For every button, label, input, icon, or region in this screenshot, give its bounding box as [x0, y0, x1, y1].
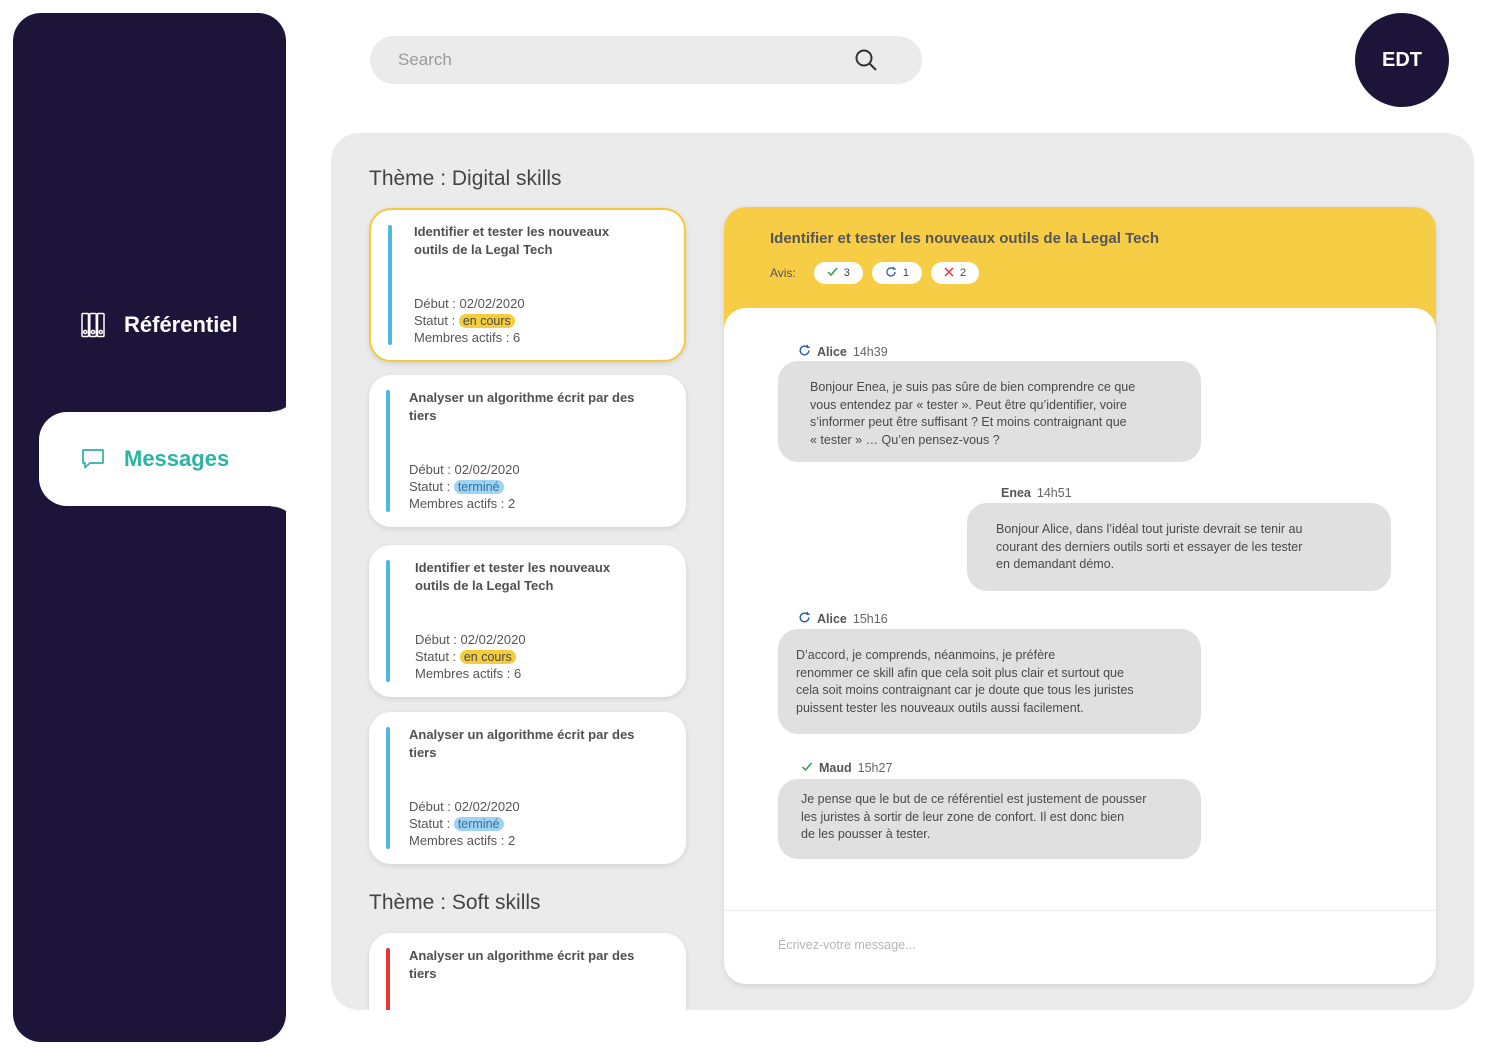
chat-title: Identifier et tester les nouveaux outils…	[770, 230, 1159, 247]
card-debut: Début : 02/02/2020	[409, 799, 520, 814]
theme-title: Thème : Digital skills	[369, 167, 562, 190]
card-meta: Début : 02/02/2020 Statut : en cours Mem…	[415, 631, 526, 682]
card-statut-label: Statut :	[415, 649, 457, 664]
avis-approve-badge[interactable]: 3	[813, 262, 863, 284]
card-membres: Membres actifs : 2	[409, 496, 516, 511]
avis-count: 1	[902, 267, 910, 279]
message-author: Alice	[817, 345, 847, 359]
sidebar-item-label: Messages	[124, 446, 230, 471]
cross-icon	[944, 266, 954, 280]
card-debut: Début : 02/02/2020	[409, 462, 520, 477]
card-statut-label: Statut :	[409, 479, 451, 494]
card-title: Analyser un algorithme écrit par des tie…	[409, 727, 635, 760]
message-bubble: Bonjour Alice, dans l’idéal tout juriste…	[967, 503, 1391, 591]
card-statut: Statut : en cours	[414, 312, 525, 329]
sidebar-item-label: Référentiel	[124, 312, 238, 337]
theme-title: Thème : Soft skills	[369, 891, 541, 914]
card-title: Analyser un algorithme écrit par des tie…	[409, 390, 635, 423]
check-icon	[827, 267, 838, 280]
message-time: 14h39	[852, 345, 888, 359]
skill-card[interactable]: Analyser un algorithme écrit par des tie…	[369, 375, 686, 527]
card-title: Identifier et tester les nouveaux outils…	[415, 560, 611, 593]
skill-card[interactable]: Analyser un algorithme écrit par des tie…	[369, 712, 686, 864]
avis-count: 2	[960, 267, 967, 279]
sidebar-item-messages[interactable]: Messages	[39, 429, 286, 489]
message-author: Alice	[817, 612, 847, 626]
message-header: Alice 15h16	[798, 611, 888, 627]
card-statut-label: Statut :	[414, 313, 456, 328]
skill-card[interactable]: Analyser un algorithme écrit par des tie…	[369, 933, 686, 1010]
avis-row: Avis: 3 1 2	[770, 262, 980, 284]
card-statut: Statut : terminé	[409, 815, 520, 832]
message-bubble: Je pense que le but de ce référentiel es…	[778, 779, 1201, 859]
message-bubble: Bonjour Enea, je suis pas sûre de bien c…	[778, 361, 1201, 462]
message-author: Enea	[1001, 486, 1031, 500]
card-meta: Début : 02/02/2020 Statut : terminé Memb…	[409, 798, 520, 849]
avatar[interactable]: EDT	[1355, 13, 1449, 107]
card-meta: Début : 02/02/2020 Statut : terminé Memb…	[409, 461, 520, 512]
message-author: Maud	[819, 761, 852, 775]
card-statut: Statut : terminé	[409, 478, 520, 495]
refresh-icon	[798, 344, 811, 360]
status-badge: terminé	[453, 817, 504, 831]
sidebar-item-referentiel[interactable]: Référentiel	[13, 295, 286, 355]
check-icon	[801, 761, 813, 775]
message-bubble: D’accord, je comprends, néanmoins, je pr…	[778, 629, 1201, 734]
status-badge: en cours	[458, 314, 515, 328]
status-badge: en cours	[459, 650, 516, 664]
card-accent-bar	[386, 948, 390, 1010]
card-accent-bar	[386, 727, 390, 849]
message-time: 15h27	[857, 761, 893, 775]
card-meta: Début : 02/02/2020 Statut : en cours Mem…	[414, 295, 525, 346]
card-statut: Statut : en cours	[415, 648, 526, 665]
message-header: Enea 14h51	[1001, 486, 1072, 500]
message-header: Maud 15h27	[801, 761, 892, 775]
refresh-icon	[798, 611, 811, 627]
card-accent-bar	[388, 225, 392, 345]
card-membres: Membres actifs : 2	[409, 833, 516, 848]
message-input[interactable]	[778, 938, 1378, 952]
message-time: 15h16	[852, 612, 888, 626]
card-title: Identifier et tester les nouveaux outils…	[414, 224, 610, 257]
message-header: Alice 14h39	[798, 344, 888, 360]
search-input[interactable]	[370, 36, 840, 84]
skill-card[interactable]: Identifier et tester les nouveaux outils…	[369, 545, 686, 697]
compose-divider	[724, 910, 1436, 911]
search-icon[interactable]	[854, 48, 878, 72]
main-panel: Thème : Digital skills Identifier et tes…	[331, 133, 1474, 1010]
chat-panel: Identifier et tester les nouveaux outils…	[724, 207, 1436, 984]
avis-count: 3	[843, 267, 850, 279]
avis-label: Avis:	[770, 266, 796, 280]
search-bar	[370, 36, 922, 84]
status-badge: terminé	[453, 480, 504, 494]
sidebar: Référentiel Messages	[13, 13, 286, 1042]
card-accent-bar	[386, 390, 390, 512]
card-statut-label: Statut :	[409, 816, 451, 831]
avis-reject-badge[interactable]: 2	[931, 262, 980, 284]
card-membres: Membres actifs : 6	[414, 330, 521, 345]
message-time: 14h51	[1036, 486, 1072, 500]
skill-card[interactable]: Identifier et tester les nouveaux outils…	[369, 208, 686, 362]
card-accent-bar	[386, 560, 390, 682]
card-debut: Début : 02/02/2020	[415, 632, 526, 647]
chat-bubble-icon	[80, 446, 106, 472]
binders-icon	[80, 312, 106, 338]
card-debut: Début : 02/02/2020	[414, 296, 525, 311]
refresh-icon	[885, 266, 897, 281]
sidebar-item-messages-bg: Messages	[39, 384, 286, 534]
card-title: Analyser un algorithme écrit par des tie…	[409, 948, 635, 981]
avis-revise-badge[interactable]: 1	[871, 262, 923, 284]
card-membres: Membres actifs : 6	[415, 666, 522, 681]
